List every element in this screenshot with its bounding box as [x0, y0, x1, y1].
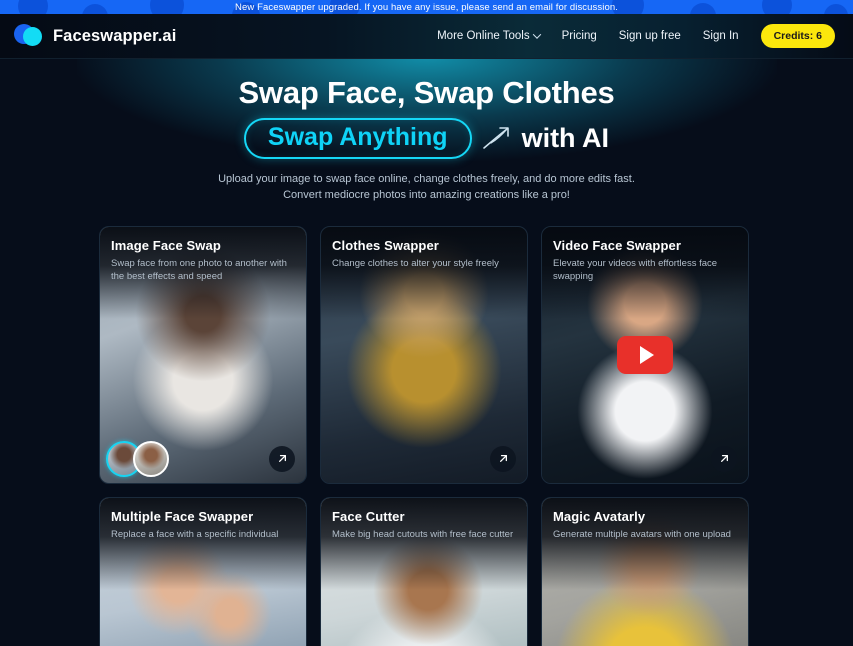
- card-description: Elevate your videos with effortless face…: [553, 257, 718, 283]
- tool-card[interactable]: Clothes Swapper Change clothes to alter y…: [320, 225, 528, 484]
- doodle-arrow-icon: [482, 127, 509, 150]
- hero-description-line-2: Convert mediocre photos into amazing cre…: [283, 189, 570, 202]
- card-description: Change clothes to alter your style freel…: [332, 257, 499, 269]
- card-title: Magic Avatarly: [553, 508, 646, 524]
- play-triangle-icon: [639, 345, 654, 364]
- tool-card[interactable]: Face Cutter Make big head cutouts with fr…: [320, 496, 528, 646]
- announcement-text: New Faceswapper upgraded. If you have an…: [235, 1, 618, 13]
- arrow-up-right-icon: [499, 455, 507, 463]
- avatar[interactable]: [133, 440, 169, 477]
- nav-item-pricing[interactable]: Pricing: [562, 30, 597, 42]
- nav-item-sign-in[interactable]: Sign In: [703, 30, 739, 42]
- tool-card[interactable]: Magic Avatarly Generate multiple avatars …: [541, 496, 749, 646]
- announcement-bar: New Faceswapper upgraded. If you have an…: [0, 0, 853, 14]
- banner-decoration: [762, 0, 792, 14]
- card-open-arrow-button[interactable]: [711, 445, 737, 472]
- card-title: Multiple Face Swapper: [111, 508, 254, 524]
- card-text-block: Multiple Face Swapper Replace a face with…: [111, 509, 295, 541]
- card-description: Make big head cutouts with free face cut…: [332, 528, 514, 540]
- tool-card-grid: Image Face Swap Swap face from one photo …: [99, 225, 754, 646]
- main-navigation: More Online Tools Pricing Sign up free S…: [437, 24, 835, 48]
- tool-card[interactable]: Multiple Face Swapper Replace a face with…: [99, 496, 307, 646]
- card-title: Face Cutter: [332, 508, 405, 524]
- site-header: Faceswapper.ai More Online Tools Pricing…: [0, 14, 853, 59]
- banner-decoration: [150, 0, 184, 14]
- nav-label: More Online Tools: [437, 30, 530, 42]
- hero-section: Swap Face, Swap Clothes Swap Anything wi…: [0, 59, 853, 204]
- card-title: Clothes Swapper: [332, 237, 439, 253]
- swap-anything-pill[interactable]: Swap Anything: [243, 117, 472, 160]
- nav-item-sign-up-free[interactable]: Sign up free: [619, 30, 681, 42]
- logo-circles-icon: [14, 22, 44, 50]
- card-description: Generate multiple avatars with one uploa…: [553, 528, 731, 540]
- banner-decoration: [824, 4, 848, 14]
- card-open-arrow-button[interactable]: [269, 445, 295, 472]
- tool-card[interactable]: Video Face Swapper Elevate your videos wi…: [541, 225, 749, 484]
- hero-subtitle-row: Swap Anything with AI: [0, 117, 853, 160]
- card-description: Replace a face with a specific individua…: [111, 528, 279, 540]
- card-text-block: Image Face Swap Swap face from one photo …: [111, 238, 295, 283]
- card-title: Video Face Swapper: [553, 237, 681, 253]
- arrow-up-right-icon: [720, 455, 728, 463]
- brand-logo-group[interactable]: Faceswapper.ai: [14, 22, 176, 50]
- card-text-block: Video Face Swapper Elevate your videos wi…: [553, 238, 737, 283]
- arrow-up-right-icon: [278, 455, 286, 463]
- hero-description-line-1: Upload your image to swap face online, c…: [218, 173, 635, 186]
- credits-button[interactable]: Credits: 6: [760, 24, 835, 48]
- video-play-button[interactable]: [617, 335, 673, 374]
- card-title: Image Face Swap: [111, 237, 221, 253]
- brand-name: Faceswapper.ai: [53, 26, 177, 45]
- tool-card[interactable]: Image Face Swap Swap face from one photo …: [99, 225, 307, 484]
- card-description: Swap face from one photo to another with…: [111, 257, 287, 283]
- banner-decoration: [82, 4, 108, 14]
- with-ai-text: with AI: [521, 122, 610, 153]
- nav-item-more-online-tools[interactable]: More Online Tools: [437, 30, 541, 42]
- chevron-down-icon: [532, 30, 541, 39]
- avatar-selector-row: [106, 440, 169, 477]
- card-text-block: Magic Avatarly Generate multiple avatars …: [553, 509, 737, 541]
- card-text-block: Face Cutter Make big head cutouts with fr…: [332, 509, 516, 541]
- page-title: Swap Face, Swap Clothes: [238, 75, 615, 110]
- card-open-arrow-button[interactable]: [490, 445, 516, 472]
- banner-decoration: [690, 3, 716, 14]
- card-text-block: Clothes Swapper Change clothes to alter y…: [332, 238, 516, 270]
- hero-description: Upload your image to swap face online, c…: [0, 172, 853, 204]
- banner-decoration: [18, 0, 48, 14]
